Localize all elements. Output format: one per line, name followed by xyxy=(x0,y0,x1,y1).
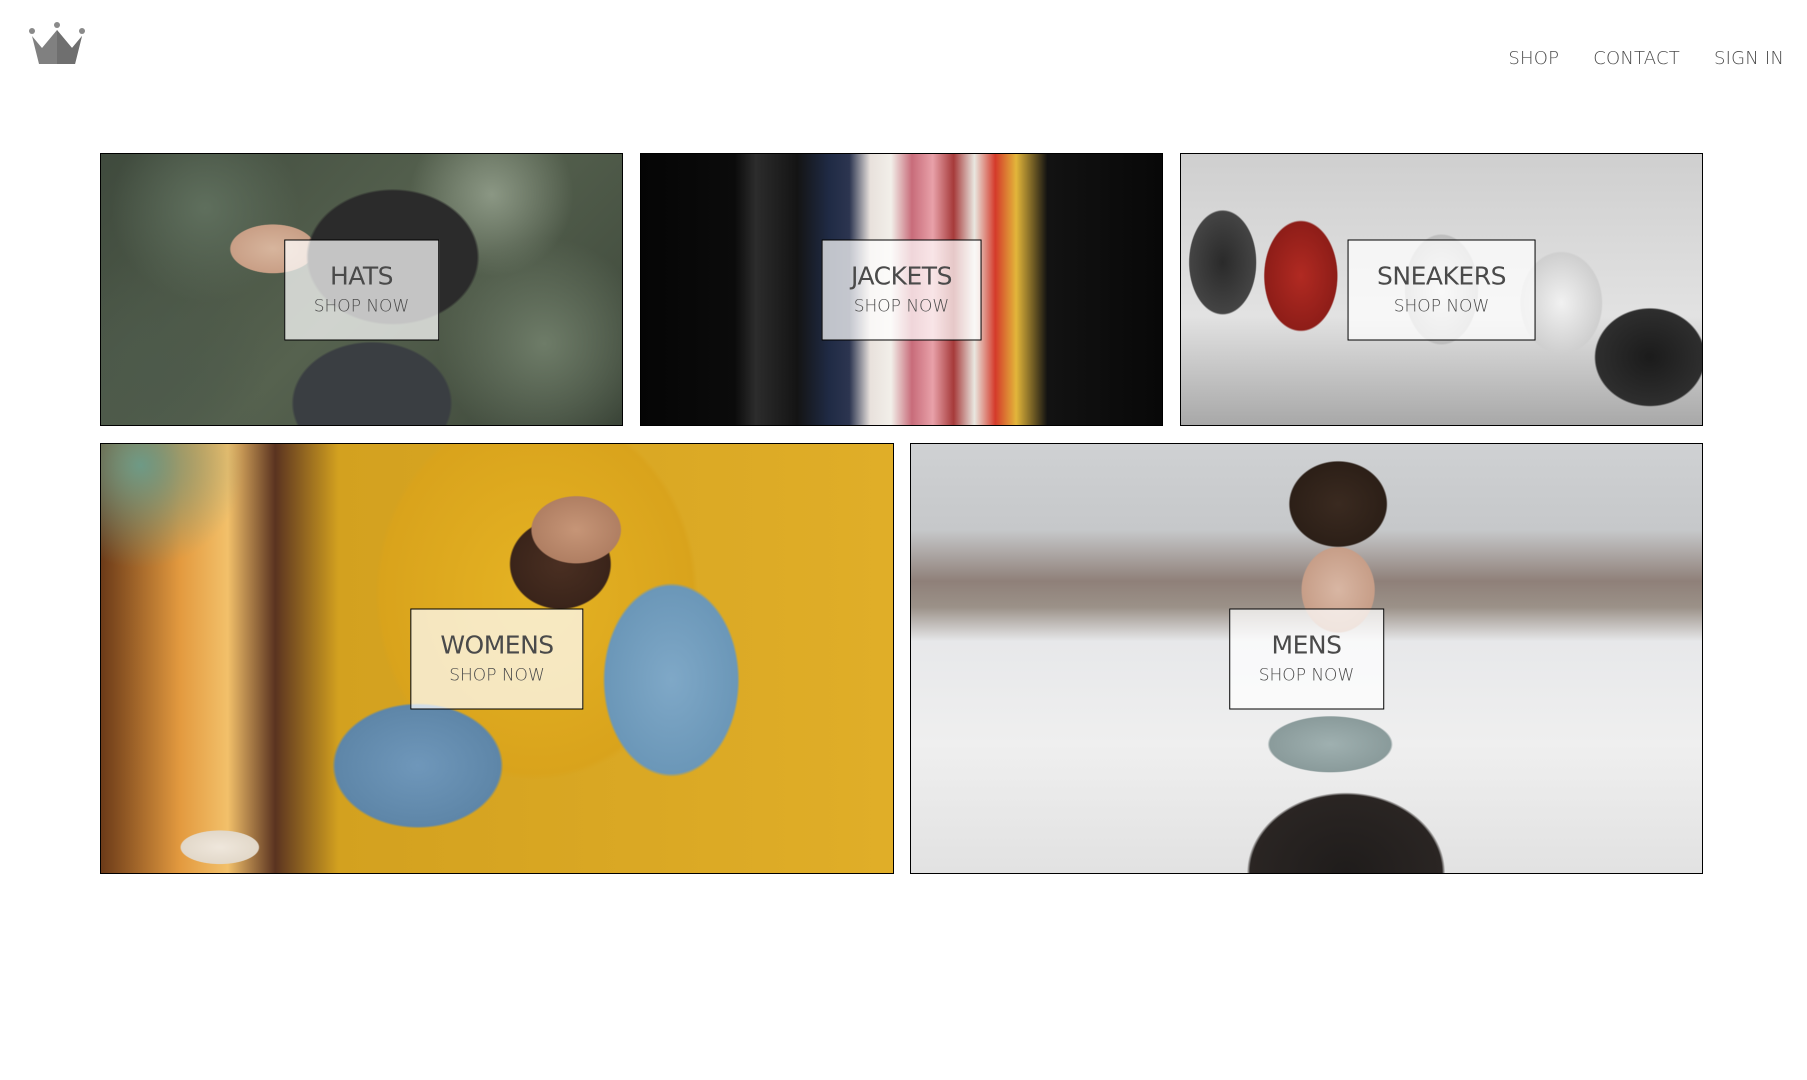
directory-item-label-box: WOMENS SHOP NOW xyxy=(410,608,584,709)
shop-now-label: SHOP NOW xyxy=(313,296,410,317)
directory-item-label-box: JACKETS SHOP NOW xyxy=(821,239,982,340)
directory-item-title: SNEAKERS xyxy=(1377,261,1506,291)
nav-sign-in-link[interactable]: SIGN IN xyxy=(1714,48,1784,69)
directory-item-jackets[interactable]: JACKETS SHOP NOW xyxy=(640,153,1163,426)
directory-item-mens[interactable]: MENS SHOP NOW xyxy=(910,443,1703,874)
shop-now-label: SHOP NOW xyxy=(1393,296,1490,317)
directory-item-label-box: SNEAKERS SHOP NOW xyxy=(1347,239,1536,340)
directory-item-title: HATS xyxy=(329,261,394,291)
nav-shop-link[interactable]: SHOP xyxy=(1508,48,1559,69)
directory-item-label-box: MENS SHOP NOW xyxy=(1228,608,1385,709)
shop-now-label: SHOP NOW xyxy=(449,665,545,686)
directory-item-title: JACKETS xyxy=(851,261,952,291)
directory-item-title: MENS xyxy=(1271,630,1342,660)
directory-item-hats[interactable]: HATS SHOP NOW xyxy=(100,153,623,426)
page: SHOP CONTACT SIGN IN HATS SHOP NOW JACKE… xyxy=(0,0,1807,1080)
nav-contact-link[interactable]: CONTACT xyxy=(1593,48,1680,69)
crown-icon xyxy=(29,22,85,64)
directory-item-title: WOMENS xyxy=(440,630,554,660)
shop-now-label: SHOP NOW xyxy=(853,296,950,317)
shop-now-label: SHOP NOW xyxy=(1258,665,1355,686)
crown-logo-link[interactable] xyxy=(28,22,86,68)
directory-item-womens[interactable]: WOMENS SHOP NOW xyxy=(100,443,894,874)
header: SHOP CONTACT SIGN IN xyxy=(0,0,1807,110)
directory-item-label-box: HATS SHOP NOW xyxy=(283,239,440,340)
main-nav: SHOP CONTACT SIGN IN xyxy=(1474,48,1784,69)
directory-item-sneakers[interactable]: SNEAKERS SHOP NOW xyxy=(1180,153,1703,426)
